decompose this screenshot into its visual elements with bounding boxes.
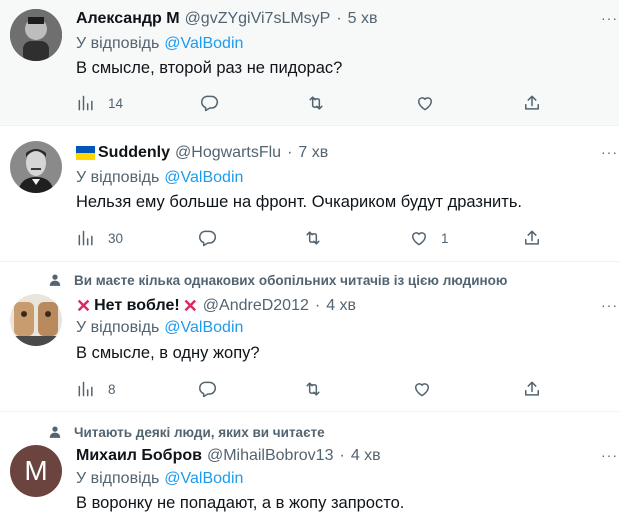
- analytics-count: 8: [108, 381, 116, 397]
- tweet-actions: 14: [76, 92, 556, 114]
- reply-prefix: У відповідь: [76, 169, 160, 186]
- tweet[interactable]: Александр М @gvZYgiVi7sLMsyP · 5 хв ··· …: [0, 0, 619, 126]
- analytics-count: 30: [108, 230, 124, 246]
- reply-prefix: У відповідь: [76, 319, 160, 336]
- person-icon: [49, 274, 61, 286]
- like-count: 1: [441, 230, 449, 246]
- social-context[interactable]: Ви маєте кілька однакових обопільних чит…: [74, 271, 507, 289]
- retweet-button[interactable]: [303, 227, 323, 249]
- retweet-icon: [306, 231, 320, 245]
- retweet-button[interactable]: [306, 92, 326, 114]
- reply-context: У відповідь @ValBodin: [76, 35, 243, 53]
- reply-icon: [198, 381, 217, 398]
- user-handle[interactable]: @MihailBobrov13: [207, 447, 334, 465]
- display-name[interactable]: Suddenly: [98, 144, 170, 162]
- retweet-icon: [306, 382, 320, 396]
- reply-button[interactable]: [197, 378, 217, 400]
- timestamp[interactable]: 4 хв: [351, 447, 381, 465]
- display-name[interactable]: Нет вобле!: [94, 297, 180, 315]
- more-icon[interactable]: ···: [601, 145, 617, 159]
- reply-icon: [200, 95, 219, 112]
- timestamp[interactable]: 5 хв: [348, 10, 378, 28]
- user-handle[interactable]: @gvZYgiVi7sLMsyP: [185, 10, 331, 28]
- social-context[interactable]: Читають деякі люди, яких ви читаєте: [74, 423, 325, 441]
- reply-mention[interactable]: @ValBodin: [164, 319, 243, 336]
- analytics-button[interactable]: 30: [76, 227, 123, 249]
- avatar[interactable]: [10, 141, 62, 193]
- reply-context: У відповідь @ValBodin: [76, 470, 243, 488]
- separator-dot: ·: [339, 447, 345, 464]
- analytics-button[interactable]: 8: [76, 378, 116, 400]
- avatar[interactable]: M: [10, 445, 62, 497]
- share-button[interactable]: [522, 378, 542, 400]
- like-button[interactable]: [415, 92, 435, 114]
- analytics-icon: [78, 381, 93, 397]
- share-icon: [525, 230, 539, 245]
- reply-context: У відповідь @ValBodin: [76, 169, 243, 187]
- reply-icon: [198, 230, 217, 247]
- reply-mention[interactable]: @ValBodin: [164, 470, 243, 487]
- analytics-icon: [78, 230, 93, 246]
- reply-button[interactable]: [199, 92, 219, 114]
- reply-mention[interactable]: @ValBodin: [164, 169, 243, 186]
- display-name[interactable]: Михаил Бобров: [76, 447, 202, 465]
- avatar[interactable]: [10, 9, 62, 61]
- share-button[interactable]: [522, 227, 542, 249]
- more-icon[interactable]: ···: [601, 11, 617, 25]
- like-button[interactable]: [412, 378, 432, 400]
- analytics-count: 14: [108, 95, 124, 111]
- separator-dot: ·: [314, 297, 321, 314]
- like-button[interactable]: 1: [409, 227, 449, 249]
- like-icon: [415, 383, 429, 397]
- timestamp[interactable]: 7 хв: [298, 144, 328, 162]
- tweet[interactable]: Suddenly @HogwartsFlu · 7 хв ··· У відпо…: [0, 126, 619, 262]
- separator-dot: ·: [336, 10, 342, 27]
- reply-mention[interactable]: @ValBodin: [164, 35, 243, 52]
- avatar-letter: M: [24, 455, 48, 486]
- tweet-text: В смысле, в одну жопу?: [76, 344, 260, 362]
- more-icon[interactable]: ···: [601, 298, 617, 312]
- cross-mark-icon: ✕: [182, 295, 198, 316]
- tweet-text: В смысле, второй раз не пидорас?: [76, 59, 343, 77]
- user-handle[interactable]: @HogwartsFlu: [175, 144, 281, 162]
- reply-context: У відповідь @ValBodin: [76, 319, 243, 337]
- share-icon: [525, 381, 539, 396]
- separator-dot: ·: [287, 144, 293, 161]
- tweet[interactable]: Ви маєте кілька однакових обопільних чит…: [0, 262, 619, 412]
- retweet-icon: [309, 96, 323, 110]
- reply-prefix: У відповідь: [76, 35, 160, 52]
- tweet-actions: 30 1: [76, 227, 556, 249]
- tweet-text: В воронку не попадают, а в жопу запросто…: [76, 494, 405, 512]
- avatar[interactable]: [10, 294, 62, 346]
- analytics-icon: [78, 95, 93, 111]
- tweet-text: Нельзя ему больше на фронт. Очкариком бу…: [76, 193, 523, 211]
- share-icon: [525, 95, 539, 110]
- more-icon[interactable]: ···: [601, 448, 617, 462]
- person-icon: [49, 426, 61, 438]
- display-name[interactable]: Александр М: [76, 10, 180, 28]
- user-handle[interactable]: @AndreD2012: [203, 297, 309, 315]
- like-icon: [418, 97, 432, 111]
- tweet-actions: 8: [76, 378, 556, 400]
- reply-button[interactable]: [197, 227, 217, 249]
- tweet[interactable]: Читають деякі люди, яких ви читаєте M Ми…: [0, 412, 619, 521]
- analytics-button[interactable]: 14: [76, 92, 123, 114]
- timestamp[interactable]: 4 хв: [326, 297, 356, 315]
- retweet-button[interactable]: [303, 378, 323, 400]
- ukraine-flag-icon: [76, 146, 95, 160]
- like-icon: [412, 232, 426, 246]
- share-button[interactable]: [522, 92, 542, 114]
- cross-mark-icon: ✕: [76, 295, 92, 316]
- reply-prefix: У відповідь: [76, 470, 160, 487]
